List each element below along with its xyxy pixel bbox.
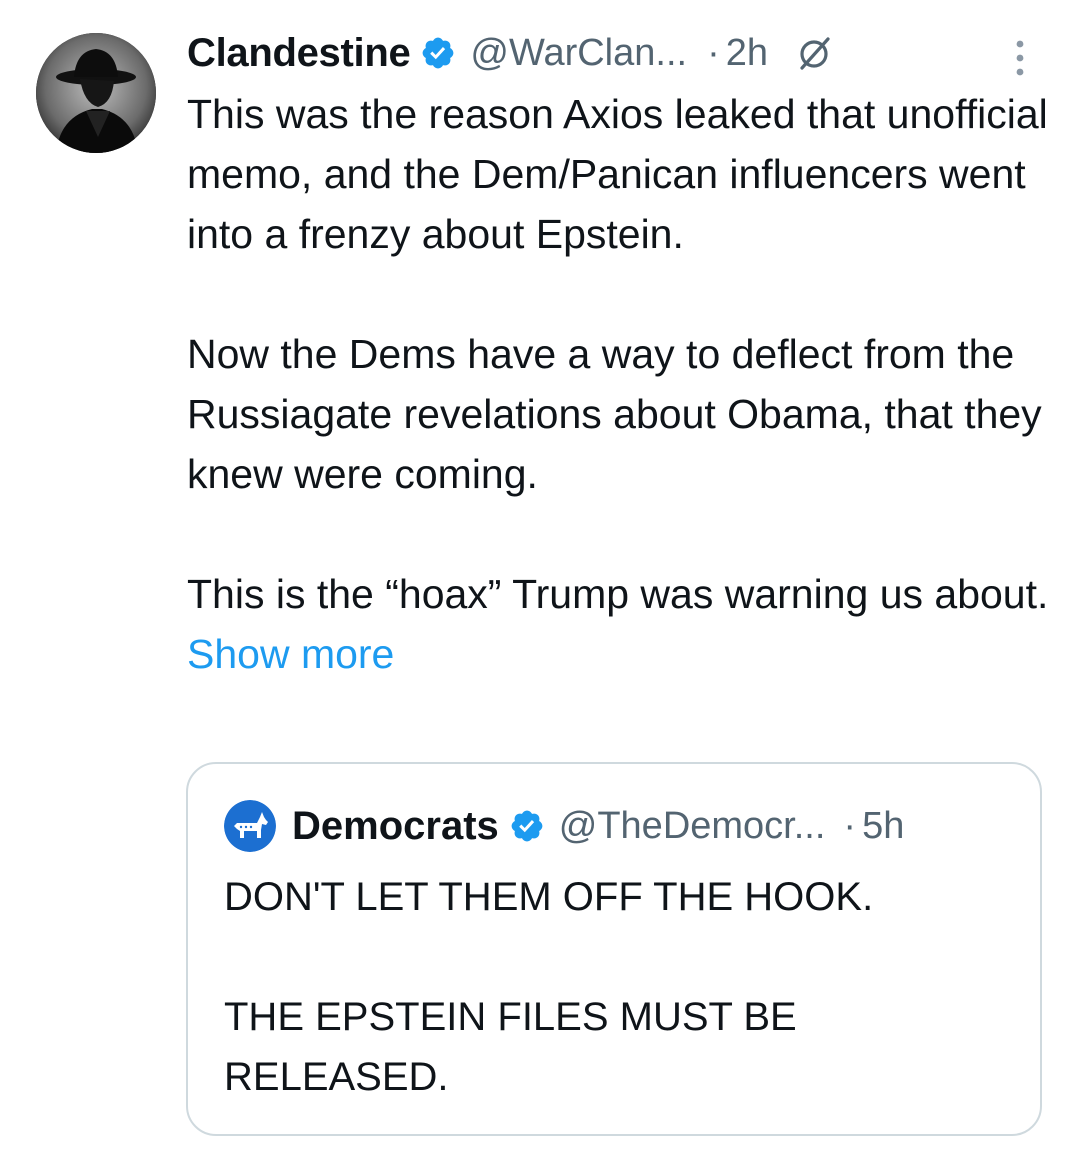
quoted-tweet-time[interactable]: 5h bbox=[862, 805, 904, 848]
separator-dot: · bbox=[707, 31, 720, 74]
author-name[interactable]: Clandestine bbox=[187, 31, 411, 76]
quoted-paragraph: DON'T LET THEM OFF THE HOOK. bbox=[224, 875, 874, 919]
tweet-paragraph: This was the reason Axios leaked that un… bbox=[187, 91, 1048, 257]
show-more-link[interactable]: Show more bbox=[187, 631, 394, 677]
tweet-time[interactable]: 2h bbox=[726, 32, 768, 75]
verified-badge-icon[interactable] bbox=[509, 808, 545, 844]
verified-badge-icon[interactable] bbox=[420, 35, 456, 71]
quoted-tweet-header: Democrats @TheDemocr... · 5h bbox=[224, 800, 904, 852]
quoted-tweet[interactable]: Democrats @TheDemocr... · 5h DON'T LET T… bbox=[186, 762, 1042, 1136]
tweet-header: Clandestine @WarClan... · 2h bbox=[187, 28, 1067, 78]
quoted-author-name[interactable]: Democrats bbox=[292, 804, 499, 849]
quoted-author-handle[interactable]: @TheDemocr... bbox=[559, 805, 826, 848]
quoted-paragraph: THE EPSTEIN FILES MUST BE RELEASED. bbox=[224, 995, 797, 1099]
grok-icon[interactable] bbox=[794, 33, 834, 73]
author-avatar[interactable] bbox=[36, 33, 156, 153]
author-handle[interactable]: @WarClan... bbox=[470, 32, 687, 75]
quoted-tweet-text: DON'T LET THEM OFF THE HOOK. THE EPSTEIN… bbox=[224, 867, 1014, 1107]
fedora-silhouette-avatar bbox=[36, 33, 156, 153]
more-options-icon[interactable] bbox=[1008, 36, 1032, 80]
donkey-logo-icon bbox=[224, 800, 276, 852]
separator-dot: · bbox=[843, 804, 857, 847]
tweet-text: This was the reason Axios leaked that un… bbox=[187, 84, 1057, 684]
tweet-paragraph-text: This is the “hoax” Trump was warning us … bbox=[187, 571, 1049, 617]
tweet-paragraph: This is the “hoax” Trump was warning us … bbox=[187, 564, 1057, 684]
quoted-author-avatar[interactable] bbox=[224, 800, 276, 852]
tweet-paragraph: Now the Dems have a way to deflect from … bbox=[187, 331, 1042, 497]
